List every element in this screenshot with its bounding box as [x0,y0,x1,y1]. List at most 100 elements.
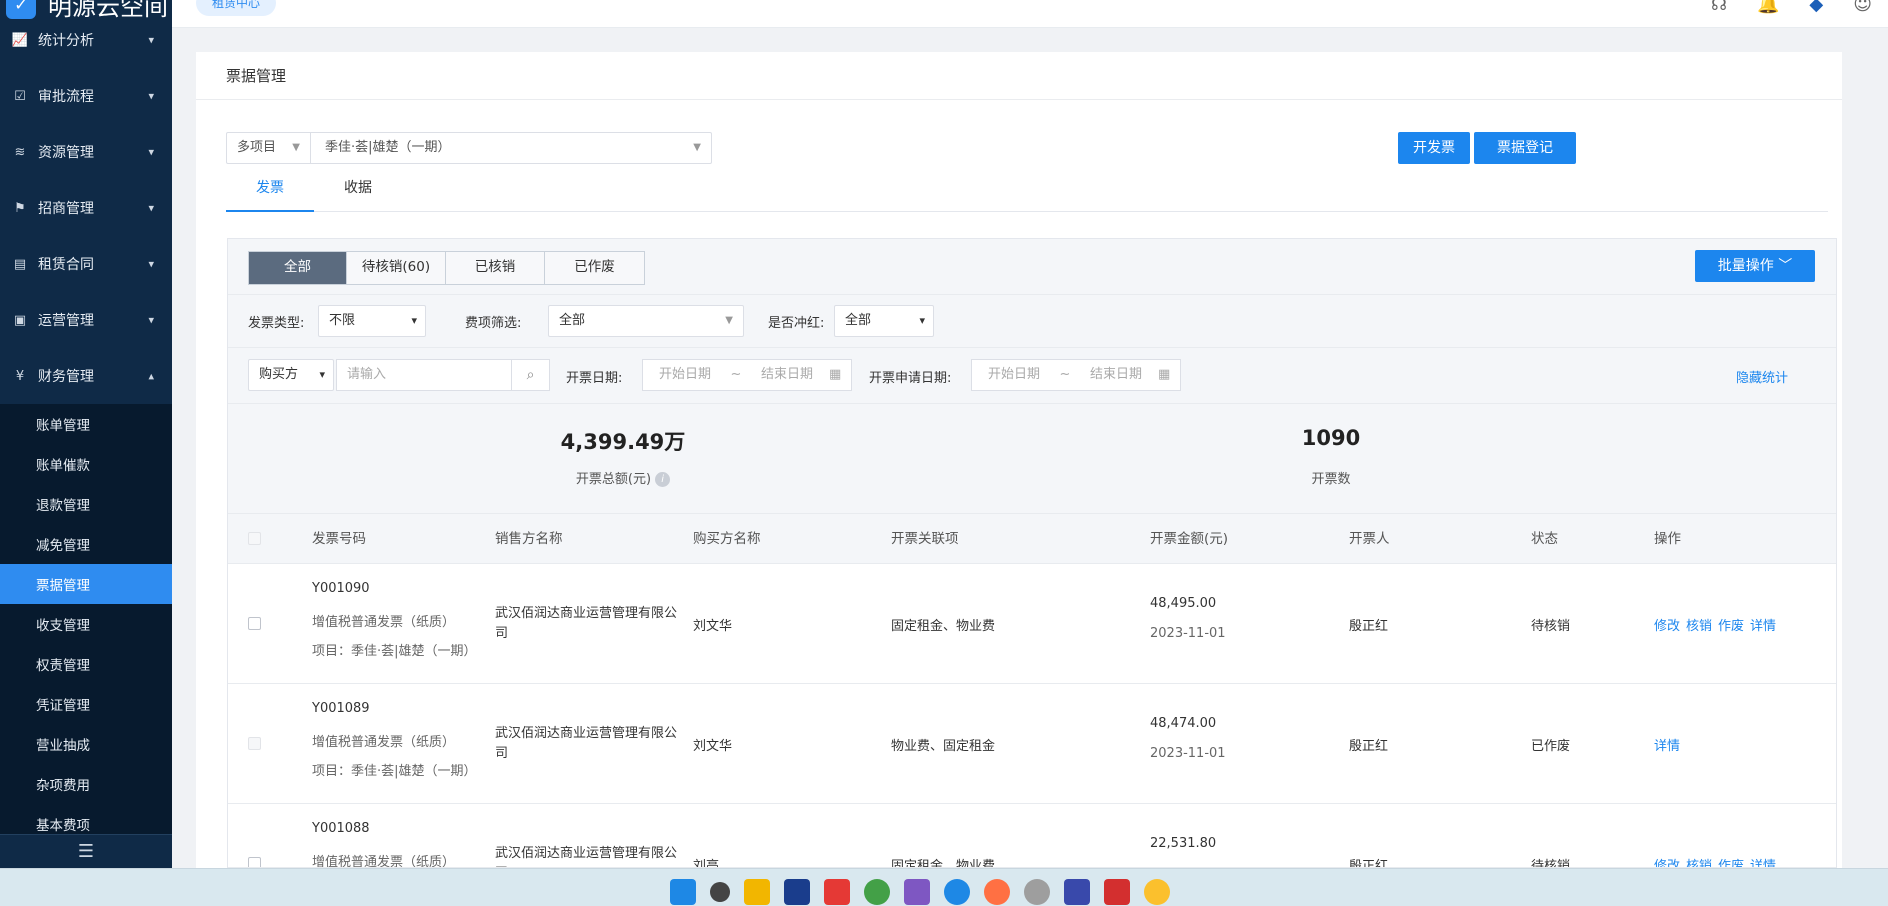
invoice-type: 增值税普通发票（纸质） [312,615,456,630]
sidebar-subitem-active[interactable]: 票据管理 [0,564,172,604]
invoice-type-select[interactable]: 不限 ▾ [318,305,426,337]
sidebar-subitem[interactable]: 凭证管理 [0,684,172,724]
tab-invoice[interactable]: 发票 [226,170,314,212]
sidebar-item-label: 招商管理 [38,201,94,217]
sidebar-item-operations[interactable]: ▣ 运营管理 ▾ [0,292,172,348]
app-icon[interactable] [824,879,850,905]
edit-link[interactable]: 修改 [1654,615,1680,634]
finance-icon: ¥ [15,368,25,384]
browser-icon[interactable] [944,879,970,905]
folder-icon[interactable] [744,879,770,905]
sidebar-subitem[interactable]: 账单管理 [0,404,172,444]
row-checkbox[interactable] [248,737,261,750]
chevron-down-icon: ▾ [319,368,325,381]
row-checkbox[interactable] [248,617,261,630]
wps-icon[interactable] [1104,879,1130,905]
detail-link[interactable]: 详情 [1654,735,1680,754]
edit-link[interactable]: 修改 [1654,855,1680,867]
sidebar-item-stats[interactable]: 📈 统计分析 ▾ [0,12,172,68]
chevron-down-icon: ▾ [148,145,154,159]
sidebar-item-finance[interactable]: ¥ 财务管理 ▴ [0,348,172,404]
select-all-checkbox[interactable] [248,532,261,545]
sidebar-item-contract[interactable]: ▤ 租赁合同 ▾ [0,236,172,292]
app-icon[interactable] [1024,879,1050,905]
app-icon[interactable] [784,879,810,905]
notes-icon[interactable] [904,879,930,905]
segment-pending[interactable]: 待核销(60) [347,252,446,284]
register-invoice-button[interactable]: 票据登记 [1474,132,1576,164]
sidebar-item-approval[interactable]: ☑ 审批流程 ▾ [0,68,172,124]
windows-start-icon[interactable] [670,879,696,905]
segment-all[interactable]: 全部 [249,252,347,284]
status-segment: 全部 待核销(60) 已核销 已作废 [248,251,645,285]
module-pill[interactable]: 租赁中心 [196,0,277,16]
issuer-name: 殷正红 [1349,739,1389,754]
col-issuer: 开票人 [1349,531,1390,547]
invoice-amount: 48,495.00 [1150,596,1217,611]
filter-area: 全部 待核销(60) 已核销 已作废 批量操作 ﹀ 发票类型: 不限 ▾ 费项筛选… [227,238,1837,868]
issuer-name: 殷正红 [1349,859,1389,868]
batch-action-label: 批量操作 [1717,258,1774,274]
table-row: Y001088 增值税普通发票（纸质） 武汉佰润达商业运营管理有限公司 刘亮 固… [228,804,1836,868]
issue-invoice-button[interactable]: 开发票 [1398,132,1470,164]
sidebar-subitem[interactable]: 杂项费用 [0,764,172,804]
fee-filter-select[interactable]: 全部 ▼ [548,305,744,337]
issue-date-range[interactable]: 开始日期 ~ 结束日期 ▦ [642,359,852,391]
col-status: 状态 [1531,531,1558,547]
batch-action-button[interactable]: 批量操作 ﹀ [1695,250,1815,282]
search-input[interactable]: 请输入 [336,359,512,391]
segment-verified[interactable]: 已核销 [446,252,545,284]
seller-name: 武汉佰润达商业运营管理有限公司 [495,846,678,867]
seller-name: 武汉佰润达商业运营管理有限公司 [495,726,678,761]
invoice-type: 增值税普通发票（纸质） [312,735,456,750]
sidebar-subitem[interactable]: 退款管理 [0,484,172,524]
start-date: 开始日期 [987,367,1040,382]
hide-stats-link[interactable]: 隐藏统计 [1736,367,1788,386]
related-items: 物业费、固定租金 [891,739,996,754]
search-button[interactable]: ⌕ [512,359,550,391]
project-name-select[interactable]: 季佳·荟|雄楚（一期） ▼ [311,133,711,163]
chevron-up-icon: ▴ [148,369,154,383]
detail-link[interactable]: 详情 [1750,615,1776,634]
stats-panel: 4,399.49万 开票总额(元) i 1090 开票数 [228,404,1836,514]
bell-icon[interactable]: 🔔 [1757,0,1779,15]
verify-link[interactable]: 核销 [1686,615,1712,634]
top-icons: ☊ 🔔 ◆ ☺ [1711,0,1872,15]
sidebar-subitem[interactable]: 减免管理 [0,524,172,564]
verify-link[interactable]: 核销 [1686,855,1712,867]
total-amount-label: 开票总额(元) i [528,468,718,487]
sidebar-subitem[interactable]: 营业抽成 [0,724,172,764]
void-link[interactable]: 作废 [1718,855,1744,867]
sidebar-subitem[interactable]: 权责管理 [0,644,172,684]
apply-date-range[interactable]: 开始日期 ~ 结束日期 ▦ [971,359,1181,391]
detail-link[interactable]: 详情 [1750,855,1776,867]
search-by-select[interactable]: 购买方 ▾ [248,359,334,391]
sidebar-subitem[interactable]: 收支管理 [0,604,172,644]
firefox-icon[interactable] [984,879,1010,905]
main-content: 票据管理 多项目 ▼ 季佳·荟|雄楚（一期） ▼ 开发票 票据登记 发票 收据 全部… [172,28,1888,868]
row-checkbox[interactable] [248,857,261,867]
sidebar-subitem[interactable]: 账单催款 [0,444,172,484]
segment-voided[interactable]: 已作废 [545,252,644,284]
avatar[interactable]: ☺ [1853,0,1872,15]
tab-receipt[interactable]: 收据 [314,170,402,212]
total-amount-label-text: 开票总额(元) [575,472,652,487]
chrome-icon[interactable] [1144,879,1170,905]
void-link[interactable]: 作废 [1718,615,1744,634]
brand-icon[interactable]: ◆ [1809,0,1823,15]
approval-icon: ☑ [14,88,26,104]
sidebar-item-leasing[interactable]: ⚑ 招商管理 ▾ [0,180,172,236]
status-text: 已作废 [1531,739,1571,754]
headset-icon[interactable]: ☊ [1711,0,1727,15]
collapse-menu-button[interactable]: ☰ [0,834,172,868]
app-icon[interactable] [1064,879,1090,905]
seller-name: 武汉佰润达商业运营管理有限公司 [495,606,678,641]
project-selector[interactable]: 多项目 ▼ 季佳·荟|雄楚（一期） ▼ [226,132,712,164]
redflush-select[interactable]: 全部 ▾ [834,305,934,337]
info-icon[interactable]: i [655,472,671,487]
caret-down-icon: ▼ [725,315,733,326]
sidebar-item-resources[interactable]: ≋ 资源管理 ▾ [0,124,172,180]
project-mode-select[interactable]: 多项目 ▼ [227,133,311,163]
wechat-icon[interactable] [864,879,890,905]
search-icon[interactable] [710,882,730,902]
